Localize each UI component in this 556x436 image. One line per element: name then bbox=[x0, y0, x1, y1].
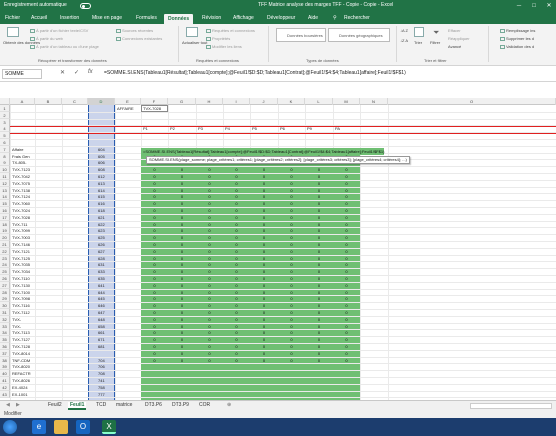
sheet-tab-feuil1[interactable]: Feuil1 bbox=[68, 402, 87, 410]
row-header[interactable]: 43 bbox=[0, 390, 10, 398]
gridline bbox=[10, 200, 556, 202]
affaire-value-text: TVX-7028 bbox=[143, 106, 162, 111]
gridline bbox=[10, 166, 556, 168]
outlook-icon[interactable]: O bbox=[76, 420, 90, 434]
sheet-tab-matrice[interactable]: matrice bbox=[114, 402, 134, 408]
add-sheet-icon[interactable]: ⊕ bbox=[225, 402, 233, 408]
gridline bbox=[10, 302, 556, 304]
value-cell[interactable]: 0 bbox=[178, 357, 186, 364]
cell-d[interactable]: 681 bbox=[98, 343, 105, 350]
gridline bbox=[10, 336, 556, 338]
contract-code-cell[interactable]: PA bbox=[335, 125, 340, 132]
gridline bbox=[10, 193, 556, 195]
gridline bbox=[10, 186, 556, 188]
gridline bbox=[10, 261, 556, 263]
sheet-tab-tcd[interactable]: TCD bbox=[94, 402, 108, 408]
gridline bbox=[10, 397, 556, 399]
gridline bbox=[10, 268, 556, 270]
gridline bbox=[10, 247, 556, 249]
gridline bbox=[10, 363, 556, 365]
gridline bbox=[10, 315, 556, 317]
gridline bbox=[10, 179, 556, 181]
editing-cell[interactable]: =SOMME.SI.ENS(Tableau1[Résultat];Tableau… bbox=[141, 148, 385, 155]
next-sheet-icon[interactable]: ▶ bbox=[14, 402, 22, 408]
value-cell[interactable]: 0 bbox=[233, 357, 241, 364]
contract-code-cell[interactable]: P4 bbox=[225, 125, 230, 132]
gridline bbox=[10, 234, 556, 236]
status-bar: Modifier bbox=[0, 410, 556, 418]
folder-icon[interactable] bbox=[54, 420, 68, 434]
sheet-tab-cor[interactable]: COR bbox=[197, 402, 212, 408]
gridline bbox=[10, 227, 556, 229]
gridline bbox=[10, 220, 556, 222]
gridline bbox=[10, 349, 556, 351]
gridline bbox=[10, 139, 556, 140]
gridline bbox=[10, 322, 556, 324]
gridline bbox=[10, 288, 556, 290]
row-4-border-bottom bbox=[10, 133, 556, 134]
gridline bbox=[10, 173, 556, 174]
gridline bbox=[10, 390, 556, 392]
affaire-label-cell[interactable]: AFFAIRE bbox=[117, 105, 134, 112]
value-cell[interactable]: 0 bbox=[206, 357, 214, 364]
ie-icon[interactable]: e bbox=[32, 420, 46, 434]
gridline bbox=[10, 207, 556, 208]
gridline bbox=[10, 329, 556, 331]
contract-code-cell[interactable]: P1 bbox=[143, 125, 148, 132]
windows-icon[interactable] bbox=[3, 420, 17, 434]
gridline bbox=[10, 295, 556, 297]
gridline bbox=[10, 254, 556, 256]
function-tooltip: SOMME.SI.ENS(plage_somme; plage_critères… bbox=[146, 156, 410, 164]
contract-code-cell[interactable]: P5 bbox=[252, 125, 257, 132]
sheet-tab-feuil2[interactable]: Feuil2 bbox=[46, 402, 64, 408]
gridline bbox=[10, 383, 556, 385]
value-cell[interactable]: 0 bbox=[260, 357, 268, 364]
cell-d[interactable]: 777 bbox=[98, 391, 105, 398]
gridline bbox=[10, 281, 556, 283]
contract-code-cell[interactable]: P3 bbox=[198, 125, 203, 132]
cell-a[interactable]: EX-1001 bbox=[12, 391, 28, 398]
windows-taskbar: e O X bbox=[0, 418, 556, 436]
gridline bbox=[10, 309, 556, 310]
contract-code-cell[interactable]: P9 bbox=[307, 125, 312, 132]
value-cell[interactable]: 0 bbox=[288, 357, 296, 364]
horizontal-scrollbar[interactable] bbox=[470, 403, 552, 409]
gridline bbox=[10, 275, 556, 276]
sheet-tab-bar: ◀ ▶ Feuil2 Feuil1 TCD matrice DT3.P6 DT3… bbox=[0, 400, 556, 410]
gridline bbox=[10, 213, 556, 215]
status-mode: Modifier bbox=[4, 411, 22, 417]
excel-icon[interactable]: X bbox=[102, 420, 116, 434]
gridline bbox=[10, 356, 556, 358]
gridline bbox=[10, 343, 556, 344]
prev-sheet-icon[interactable]: ◀ bbox=[4, 402, 12, 408]
sheet-tab-dt3p6[interactable]: DT3.P6 bbox=[143, 402, 164, 408]
gridline bbox=[10, 370, 556, 372]
contract-code-cell[interactable]: P6 bbox=[280, 125, 285, 132]
gridline bbox=[10, 145, 556, 147]
gridline bbox=[10, 111, 556, 113]
value-cell[interactable]: 0 bbox=[151, 357, 159, 364]
grid-layer: 1234567Affaire6048Frais Gen605000000009T… bbox=[0, 0, 556, 400]
gridline bbox=[10, 241, 556, 242]
contract-code-cell[interactable]: P2 bbox=[170, 125, 175, 132]
gridline bbox=[10, 377, 556, 378]
value-cell[interactable]: 0 bbox=[343, 357, 351, 364]
sheet-tab-dt3p9[interactable]: DT3.P9 bbox=[170, 402, 191, 408]
gridline bbox=[10, 118, 556, 120]
value-cell[interactable]: 0 bbox=[315, 357, 323, 364]
